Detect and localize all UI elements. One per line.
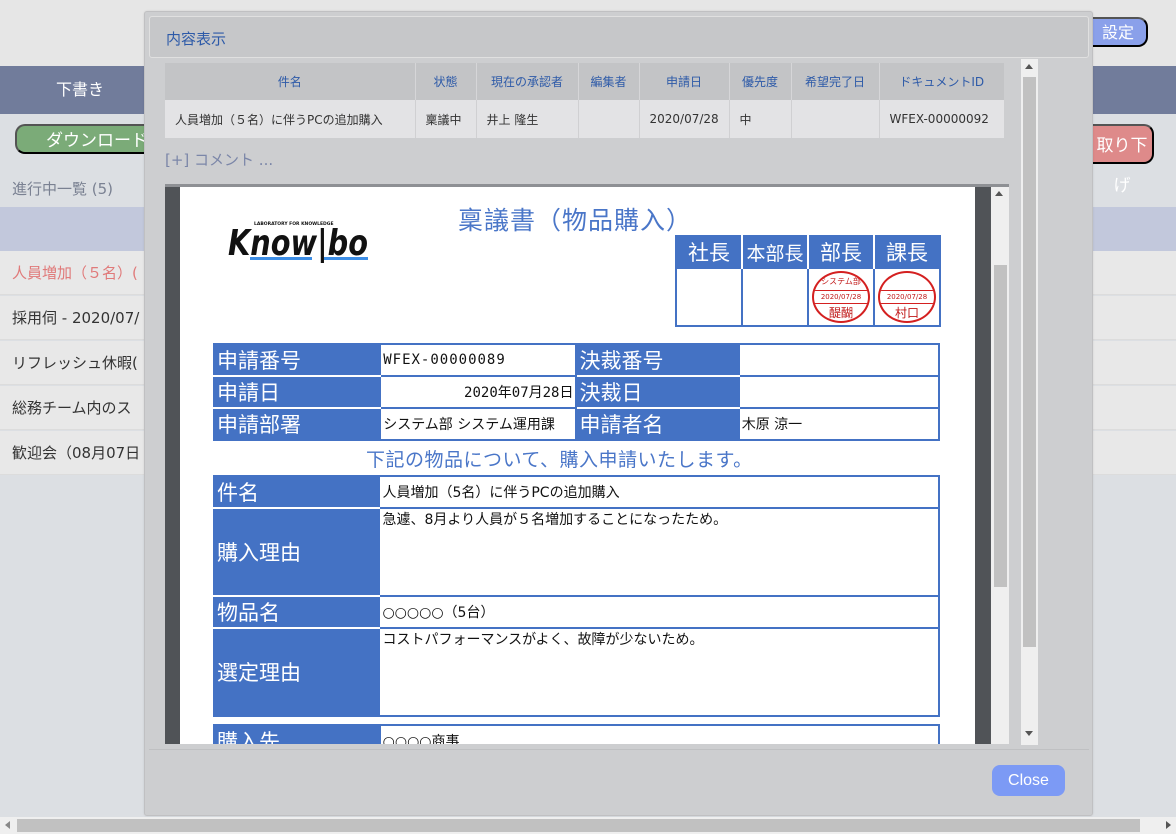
col-header-priority: 優先度	[729, 63, 792, 100]
viewer-margin	[165, 187, 180, 744]
document-viewer: LABORATORY FOR KNOWLEDGE Know|bo 稟議書（物品購…	[165, 184, 1009, 744]
scroll-right-arrow-icon[interactable]	[1166, 821, 1171, 829]
value-approval-date	[737, 375, 941, 409]
footer-divider	[149, 749, 1089, 750]
col-header-subject: 件名	[165, 63, 416, 100]
approval-stamp: 2020/07/28 村口	[878, 271, 936, 323]
col-header-desired-date: 希望完了日	[791, 63, 880, 100]
approver-header-department-head: 部長	[808, 236, 875, 268]
cell-subject: 人員増加（５名）に伴うPCの追加購入	[165, 100, 416, 138]
scroll-up-arrow-icon[interactable]	[995, 191, 1003, 196]
document-page: LABORATORY FOR KNOWLEDGE Know|bo 稟議書（物品購…	[180, 187, 975, 744]
value-selection-reason: コストパフォーマンスがよく、故障が少ないため。	[378, 627, 940, 717]
value-approval-number	[737, 343, 941, 377]
label-selection-reason: 選定理由	[214, 628, 380, 716]
col-header-apply-date: 申請日	[639, 63, 730, 100]
value-application-date: 2020年07月28日	[379, 375, 578, 409]
document-info-table: 件名 状態 現在の承認者 編集者 申請日 優先度 希望完了日 ドキュメントID …	[165, 63, 1004, 138]
value-application-number: WFEX-00000089	[379, 343, 578, 377]
value-applicant-name: 木原 涼一	[737, 407, 941, 441]
page-horizontal-scrollbar[interactable]	[0, 817, 1176, 834]
vendor-table: 購入先 ○○○○商事	[213, 724, 941, 744]
close-button[interactable]: Close	[992, 765, 1065, 796]
label-approval-date: 決裁日	[576, 376, 739, 409]
label-approval-number: 決裁番号	[576, 344, 739, 377]
download-button[interactable]: ダウンロード	[15, 124, 165, 154]
label-application-date: 申請日	[214, 376, 381, 409]
modal-title: 内容表示	[166, 30, 227, 48]
approver-header-president: 社長	[676, 236, 743, 268]
approver-header-section-head: 課長	[874, 236, 940, 268]
approver-header-division-head: 本部長	[742, 236, 809, 268]
label-applicant-name: 申請者名	[576, 408, 739, 440]
modal-header: 内容表示	[149, 16, 1089, 58]
value-subject: 人員増加（5名）に伴うPCの追加購入	[378, 475, 940, 509]
scroll-left-arrow-icon[interactable]	[5, 821, 10, 829]
scroll-up-arrow-icon[interactable]	[1025, 64, 1033, 69]
scrollbar-thumb[interactable]	[17, 819, 1140, 832]
cell-desired-date	[791, 100, 880, 138]
content-view-modal: 内容表示 件名 状態 現在の承認者 編集者 申請日 優先度 希望完了日 ドキュメ…	[144, 11, 1093, 816]
label-subject: 件名	[214, 476, 380, 509]
approval-stamp-table: 社長 本部長 部長 課長 システム部 2020/07/28 醍醐 2020/07…	[675, 235, 941, 327]
in-progress-list-title: 進行中一覧 (5)	[12, 180, 114, 198]
scrollbar-thumb[interactable]	[994, 265, 1007, 587]
label-item-name: 物品名	[214, 596, 380, 629]
value-purchase-reason: 急遽、8月より人員が５名増加することになったため。	[378, 507, 940, 597]
value-department: システム部 システム運用課	[379, 407, 578, 441]
cell-editor	[578, 100, 640, 138]
modal-body: 件名 状態 現在の承認者 編集者 申請日 優先度 希望完了日 ドキュメントID …	[149, 59, 1039, 745]
cell-apply-date: 2020/07/28	[639, 100, 730, 138]
scrollbar-thumb[interactable]	[1023, 77, 1036, 647]
label-vendor: 購入先	[214, 725, 380, 744]
document-title: 稟議書（物品購入）	[458, 206, 693, 235]
label-department: 申請部署	[214, 408, 381, 440]
cell-current-approver: 井上 隆生	[476, 100, 579, 138]
application-info-table: 申請番号 WFEX-00000089 決裁番号 申請日 2020年07月28日 …	[213, 343, 941, 441]
modal-scrollbar[interactable]	[1021, 59, 1038, 745]
label-purchase-reason: 購入理由	[214, 508, 380, 597]
stamp-cell-department-head: システム部 2020/07/28 醍醐	[807, 267, 875, 327]
stamp-cell-division-head	[741, 267, 809, 327]
approval-stamp: システム部 2020/07/28 醍醐	[812, 271, 870, 323]
stamp-cell-president	[675, 267, 743, 327]
table-row: 人員増加（５名）に伴うPCの追加購入 稟議中 井上 隆生 2020/07/28 …	[165, 100, 1004, 138]
comment-toggle-link[interactable]: [+] コメント ...	[165, 149, 273, 170]
document-subtitle: 下記の物品について、購入申請いたします。	[366, 449, 753, 471]
label-application-number: 申請番号	[214, 344, 381, 377]
viewer-margin	[975, 187, 990, 744]
cell-priority: 中	[729, 100, 792, 138]
stamp-cell-section-head: 2020/07/28 村口	[873, 267, 941, 327]
scroll-down-arrow-icon[interactable]	[1025, 731, 1033, 736]
col-header-document-id: ドキュメントID	[879, 63, 1004, 100]
knowlbo-logo: LABORATORY FOR KNOWLEDGE Know|bo	[228, 221, 368, 263]
col-header-current-approver: 現在の承認者	[476, 63, 579, 100]
col-header-editor: 編集者	[578, 63, 640, 100]
value-vendor: ○○○○商事	[378, 724, 941, 744]
cell-status: 稟議中	[415, 100, 477, 138]
cell-document-id: WFEX-00000092	[879, 100, 1004, 138]
col-header-status: 状態	[415, 63, 477, 100]
purchase-detail-table: 件名 人員増加（5名）に伴うPCの追加購入 購入理由 急遽、8月より人員が５名増…	[213, 475, 940, 717]
value-item-name: ○○○○○（5台）	[378, 595, 940, 629]
nav-item-drafts[interactable]: 下書き	[0, 66, 160, 114]
viewer-scrollbar[interactable]	[991, 187, 1009, 744]
